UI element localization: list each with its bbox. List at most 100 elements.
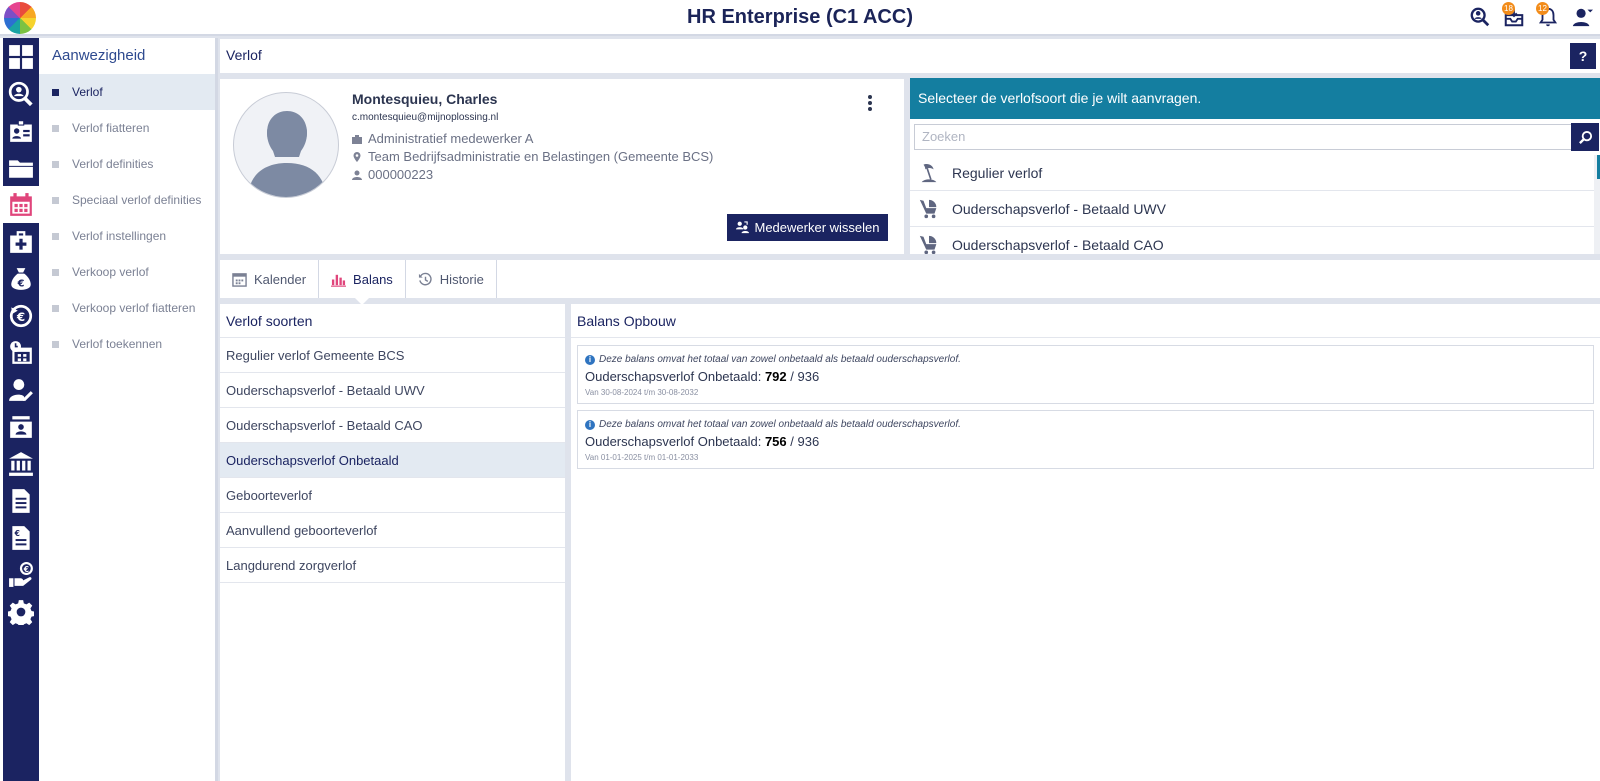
bullet-icon [52,268,59,276]
bullet-icon [52,304,59,312]
leave-option-ouderschap-uwv[interactable]: Ouderschapsverlof - Betaald UWV [910,191,1594,227]
leave-search-input[interactable]: Zoeken [914,124,1572,150]
employee-edit-icon[interactable] [3,371,39,408]
balance-total: / 936 [790,434,820,449]
balance-note-text: Deze balans omvat het totaal van zowel o… [599,419,961,430]
payment-hand-icon[interactable]: € [3,556,39,593]
leave-types-panel: Verlof soorten Regulier verlof Gemeente … [220,304,565,781]
bell-icon[interactable]: 12 [1536,2,1560,30]
leave-list-scrollbar[interactable] [1594,155,1600,254]
submenu-item-verlof-toekennen[interactable]: Verlof toekennen [39,326,215,362]
employee-number-row: 000000223 [352,167,433,182]
app-title: HR Enterprise (C1 ACC) [687,6,913,28]
bullet-icon [52,124,59,132]
leave-type-item[interactable]: Ouderschapsverlof - Betaald UWV [220,373,565,408]
document-icon[interactable] [3,482,39,519]
tab-historie[interactable]: Historie [406,260,497,298]
balance-note-text: Deze balans omvat het totaal van zowel o… [599,354,961,365]
submenu-item-verkoop-verlof-fiatteren[interactable]: Verkoop verlof fiatteren [39,290,215,326]
tab-label: Kalender [254,271,307,287]
submenu-item-label: Verlof [72,85,103,99]
employee-card-icon[interactable] [3,408,39,445]
employee-email: c.montesquieu@mijnoplossing.nl [352,112,499,123]
switch-employee-button[interactable]: Medewerker wisselen [727,214,888,241]
inbox-icon[interactable]: 18 [1502,2,1526,30]
id-card-icon[interactable] [3,112,39,149]
submenu-item-speciaal-verlof-definities[interactable]: Speciaal verlof definities [39,182,215,218]
tab-balans[interactable]: Balans [319,260,406,305]
balance-title: Balans Opbouw [571,304,1600,338]
medical-kit-icon[interactable] [3,223,39,260]
history-icon [418,272,432,285]
bullet-icon [52,160,59,168]
user-menu-icon[interactable] [1570,4,1594,30]
submenu-item-verlof-instellingen[interactable]: Verlof instellingen [39,218,215,254]
submenu-item-verlof[interactable]: Verlof [39,74,215,110]
employee-function: Administratief medewerker A [368,131,534,146]
bank-icon[interactable] [3,445,39,482]
employee-team-row: Team Bedrijfsadministratie en Belastinge… [352,149,713,164]
search-button[interactable] [1571,123,1599,151]
employee-team: Team Bedrijfsadministratie en Belastinge… [368,149,714,164]
beach-icon [921,163,937,182]
tab-kalender[interactable]: Kalender [220,260,320,298]
gear-icon[interactable] [3,593,39,630]
view-tabs: Kalender Balans Historie [220,260,1600,305]
money-bag-icon[interactable]: € [3,260,39,297]
balance-card: i Deze balans omvat het totaal van zowel … [577,345,1594,404]
submenu-item-verlof-definities[interactable]: Verlof definities [39,146,215,182]
top-icons: 18 12 [1468,2,1594,30]
calendar-icon[interactable] [3,186,39,223]
balance-label: Ouderschapsverlof Onbetaald: [585,434,762,449]
attendance-submenu: Aanwezigheid Verlof Verlof fiatteren Ver… [39,38,218,781]
briefcase-icon [352,134,362,144]
calendar-icon [232,272,247,287]
invoice-icon[interactable]: € [3,519,39,556]
leave-option-regulier[interactable]: Regulier verlof [910,155,1594,191]
schedule-icon[interactable] [3,334,39,371]
employee-profile-card: Montesquieu, Charles c.montesquieu@mijno… [220,79,904,254]
search-person-icon[interactable] [1468,4,1492,30]
more-options-icon[interactable] [868,95,872,111]
leave-type-item-selected[interactable]: Ouderschapsverlof Onbetaald [220,443,565,478]
leave-type-item[interactable]: Langdurend zorgverlof [220,548,565,583]
tab-label: Balans [353,271,393,287]
leave-option-label: Ouderschapsverlof - Betaald UWV [952,200,1166,217]
help-button[interactable]: ? [1570,43,1596,69]
switch-users-icon [735,221,749,234]
employee-number: 000000223 [368,167,434,182]
employee-function-row: Administratief medewerker A [352,131,533,146]
balance-note: i Deze balans omvat het totaal van zowel … [585,419,1586,430]
folder-icon[interactable] [3,149,39,186]
info-icon: i [585,419,595,430]
leave-type-item[interactable]: Regulier verlof Gemeente BCS [220,338,565,373]
submenu-item-label: Verlof definities [72,157,154,171]
balance-note: i Deze balans omvat het totaal van zowel … [585,354,1586,365]
leave-option-ouderschap-cao[interactable]: Ouderschapsverlof - Betaald CAO [910,227,1594,254]
search-person-icon[interactable] [3,75,39,112]
balance-used: 756 [764,434,787,449]
leave-selector-header: Selecteer de verlofsoort die je wilt aan… [910,78,1600,119]
app-logo[interactable] [4,2,36,34]
balance-value-row: Ouderschapsverlof Onbetaald: 792 / 936 [585,369,1586,384]
submenu-item-label: Verlof toekennen [72,337,163,351]
submenu-item-label: Verlof instellingen [72,229,167,243]
submenu-item-label: Speciaal verlof definities [72,193,202,207]
euro-cycle-icon[interactable]: € [3,297,39,334]
location-pin-icon [353,151,361,162]
leave-type-item[interactable]: Aanvullend geboorteverlof [220,513,565,548]
submenu-item-label: Verkoop verlof [72,265,149,279]
avatar [233,92,339,198]
balance-card: i Deze balans omvat het totaal van zowel … [577,410,1594,469]
leave-type-item[interactable]: Geboorteverlof [220,478,565,513]
balance-range: Van 30-08-2024 t/m 30-08-2032 [585,388,699,397]
bullet-icon [52,340,59,348]
leave-type-item[interactable]: Ouderschapsverlof - Betaald CAO [220,408,565,443]
submenu-item-verlof-fiatteren[interactable]: Verlof fiatteren [39,110,215,146]
submenu-item-verkoop-verlof[interactable]: Verkoop verlof [39,254,215,290]
notifications-badge: 12 [1536,2,1549,15]
dashboard-icon[interactable] [3,38,39,75]
page-header: Verlof ? [220,39,1600,73]
employee-name: Montesquieu, Charles [352,91,498,107]
top-bar: HR Enterprise (C1 ACC) 18 12 [0,0,1600,36]
